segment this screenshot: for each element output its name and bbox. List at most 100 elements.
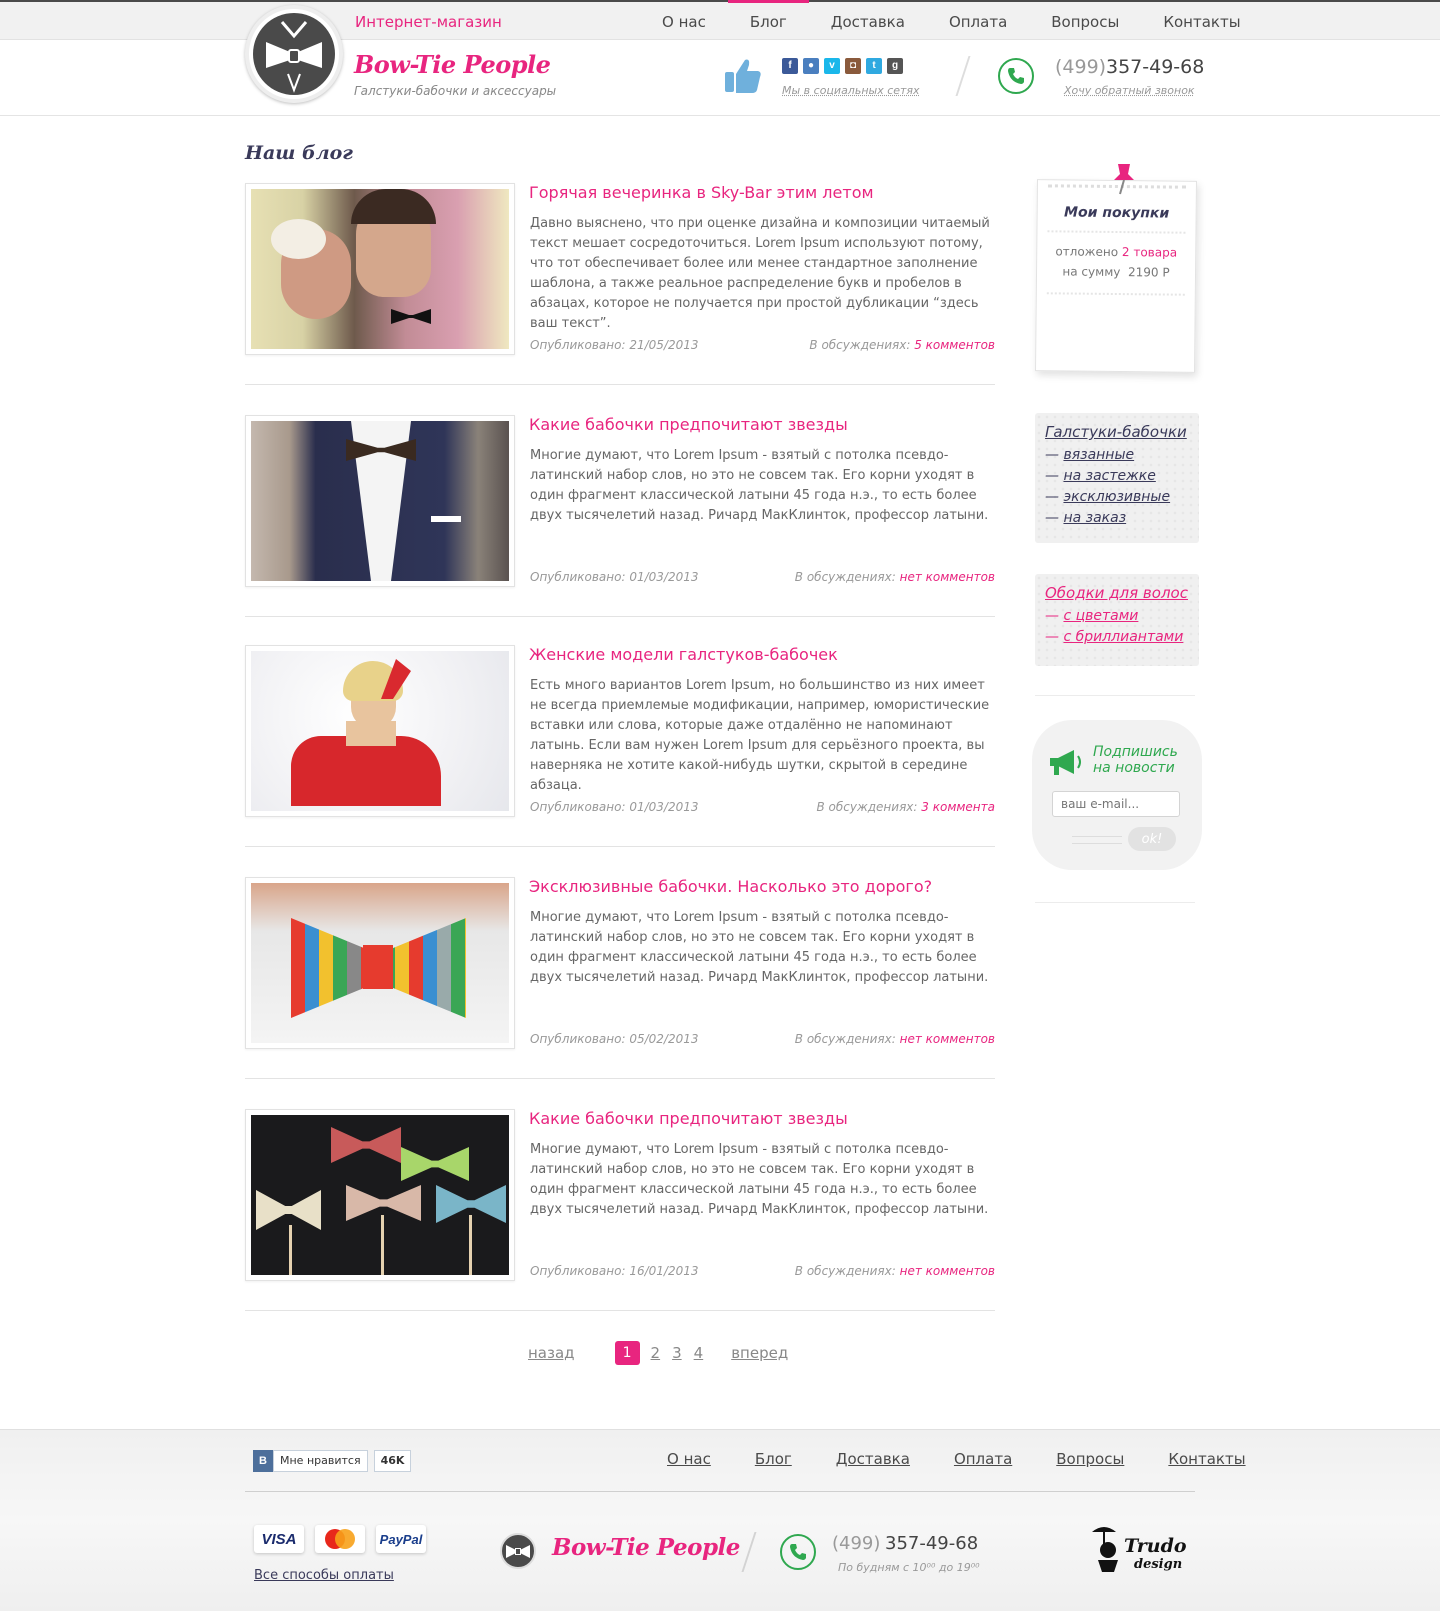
category-item: — вязанные	[1045, 447, 1135, 463]
footer-nav-questions[interactable]: Вопросы	[1056, 1450, 1124, 1468]
top-nav: О нас Блог Доставка Оплата Вопросы Конта…	[640, 0, 1263, 42]
footer-brand[interactable]: Bow-Tie People	[552, 1534, 740, 1561]
comments-link[interactable]: нет комментов	[900, 570, 995, 584]
blog-post: Какие бабочки предпочитают звезды Многие…	[245, 1109, 995, 1311]
divider	[1047, 230, 1186, 234]
footer-nav: О нас Блог Доставка Оплата Вопросы Конта…	[645, 1450, 1268, 1468]
post-thumbnail[interactable]	[245, 877, 515, 1049]
reserved-count[interactable]: 2 товара	[1122, 245, 1177, 260]
divider	[245, 384, 995, 385]
post-thumbnail[interactable]	[245, 183, 515, 355]
pagination-back[interactable]: назад	[528, 1344, 575, 1362]
post-date: Опубликовано: 01/03/2013	[530, 800, 699, 814]
callback-link[interactable]: Хочу обратный звонок	[1064, 84, 1195, 97]
cart-sum: на сумму 2190 Р	[1037, 264, 1195, 280]
footer-nav-blog[interactable]: Блог	[755, 1450, 792, 1468]
shop-label: Интернет-магазин	[355, 13, 502, 31]
post-thumbnail[interactable]	[245, 415, 515, 587]
category-link[interactable]: эксклюзивные	[1063, 489, 1170, 505]
subscribe-title-line2: на новости	[1093, 760, 1175, 776]
page-3[interactable]: 3	[672, 1344, 682, 1362]
page-4[interactable]: 4	[694, 1344, 704, 1362]
category-item: — с бриллиантами	[1045, 629, 1184, 645]
post-title[interactable]: Какие бабочки предпочитают звезды	[529, 415, 848, 434]
flickr-icon[interactable]: ●	[803, 58, 819, 74]
nav-payment[interactable]: Оплата	[927, 2, 1029, 42]
category-title[interactable]: Галстуки-бабочки	[1045, 423, 1189, 441]
category-link[interactable]: с цветами	[1063, 608, 1138, 624]
blog-post: Какие бабочки предпочитают звезды Многие…	[245, 415, 995, 617]
brand-name[interactable]: Bow-Tie People	[354, 50, 551, 79]
footer-nav-about[interactable]: О нас	[667, 1450, 711, 1468]
category-title[interactable]: Ободки для волос	[1045, 584, 1189, 602]
post-date: Опубликовано: 21/05/2013	[530, 338, 699, 352]
facebook-icon[interactable]: f	[782, 58, 798, 74]
nav-contacts[interactable]: Контакты	[1141, 2, 1262, 42]
cart-widget[interactable]: Мои покупки отложено 2 товара на сумму 2…	[1034, 179, 1198, 373]
phone-number[interactable]: 357-49-68	[1106, 56, 1204, 78]
blog-post: Женские модели галстуков-бабочек Есть мн…	[245, 645, 995, 847]
reserved-label: отложено	[1055, 244, 1119, 260]
social-caption-link[interactable]: Мы в социальных сетях	[782, 84, 920, 97]
sum-value: 2190 Р	[1127, 265, 1170, 280]
footer-nav-payment[interactable]: Оплата	[954, 1450, 1012, 1468]
logo[interactable]	[245, 5, 343, 103]
category-link[interactable]: с бриллиантами	[1063, 629, 1183, 645]
footer-phone-number[interactable]: 357-49-68	[885, 1533, 978, 1554]
cart-reserved: отложено 2 товара	[1037, 244, 1195, 260]
motion-lines	[1072, 836, 1122, 844]
phone-code: (499)	[1055, 56, 1107, 78]
post-image	[251, 189, 509, 349]
page-title: Наш блог	[245, 142, 353, 164]
post-title[interactable]: Горячая вечеринка в Sky-Bar этим летом	[529, 183, 874, 202]
post-comments: В обсуждениях: нет комментов	[795, 1032, 995, 1046]
vk-like-label[interactable]: Мне нравится	[273, 1450, 368, 1472]
post-text: Есть много вариантов Lorem Ipsum, но бол…	[530, 678, 990, 793]
divider	[1035, 695, 1195, 696]
comments-link[interactable]: 5 комментов	[914, 338, 995, 352]
trudo-design-logo[interactable]: Trudo design	[1088, 1520, 1188, 1580]
divider	[245, 616, 995, 617]
nav-blog[interactable]: Блог	[727, 0, 809, 42]
instagram-icon[interactable]: ◘	[845, 58, 861, 74]
page-1-current[interactable]: 1	[614, 1341, 640, 1365]
subscribe-button[interactable]: ok!	[1128, 827, 1176, 851]
comments-link[interactable]: нет комментов	[900, 1264, 995, 1278]
comments-link[interactable]: нет комментов	[900, 1032, 995, 1046]
nav-about[interactable]: О нас	[640, 2, 728, 42]
mastercard-icon	[315, 1525, 365, 1553]
bowtie-logo-icon[interactable]	[500, 1533, 536, 1569]
footer-nav-contacts[interactable]: Контакты	[1168, 1450, 1245, 1468]
twitter-icon[interactable]: t	[866, 58, 882, 74]
megaphone-icon	[1050, 750, 1081, 775]
category-link[interactable]: на заказ	[1063, 510, 1126, 526]
pagination-next[interactable]: вперед	[731, 1344, 788, 1362]
nav-delivery[interactable]: Доставка	[809, 2, 927, 42]
nav-questions[interactable]: Вопросы	[1029, 2, 1141, 42]
post-text: Многие думают, что Lorem Ipsum - взятый …	[530, 910, 989, 985]
vimeo-icon[interactable]: v	[824, 58, 840, 74]
post-title[interactable]: Женские модели галстуков-бабочек	[529, 645, 838, 664]
footer-nav-delivery[interactable]: Доставка	[836, 1450, 910, 1468]
post-title[interactable]: Эксклюзивные бабочки. Насколько это доро…	[529, 877, 932, 896]
post-image	[251, 1115, 509, 1275]
working-hours: По будням с 10⁰⁰ до 19⁰⁰	[838, 1561, 980, 1574]
post-thumbnail[interactable]	[245, 1109, 515, 1281]
divider	[1035, 902, 1195, 903]
sum-label: на сумму	[1062, 264, 1121, 280]
email-field[interactable]	[1052, 791, 1180, 817]
category-link[interactable]: вязанные	[1063, 447, 1134, 463]
page-2[interactable]: 2	[651, 1344, 661, 1362]
all-payments-link[interactable]: Все способы оплаты	[254, 1568, 394, 1583]
category-link[interactable]: на застежке	[1063, 468, 1155, 484]
top-bar: Интернет-магазин О нас Блог Доставка Опл…	[0, 0, 1440, 40]
post-title[interactable]: Какие бабочки предпочитают звезды	[529, 1109, 848, 1128]
post-text: Многие думают, что Lorem Ipsum - взятый …	[530, 448, 989, 523]
post-thumbnail[interactable]	[245, 645, 515, 817]
post-date: Опубликовано: 01/03/2013	[530, 570, 699, 584]
comments-link[interactable]: 3 коммента	[921, 800, 995, 814]
vk-icon: B	[253, 1450, 273, 1472]
googleplus-icon[interactable]: g	[887, 58, 903, 74]
divider	[245, 846, 995, 847]
vk-like-widget[interactable]: B Мне нравится 46K	[253, 1450, 412, 1472]
